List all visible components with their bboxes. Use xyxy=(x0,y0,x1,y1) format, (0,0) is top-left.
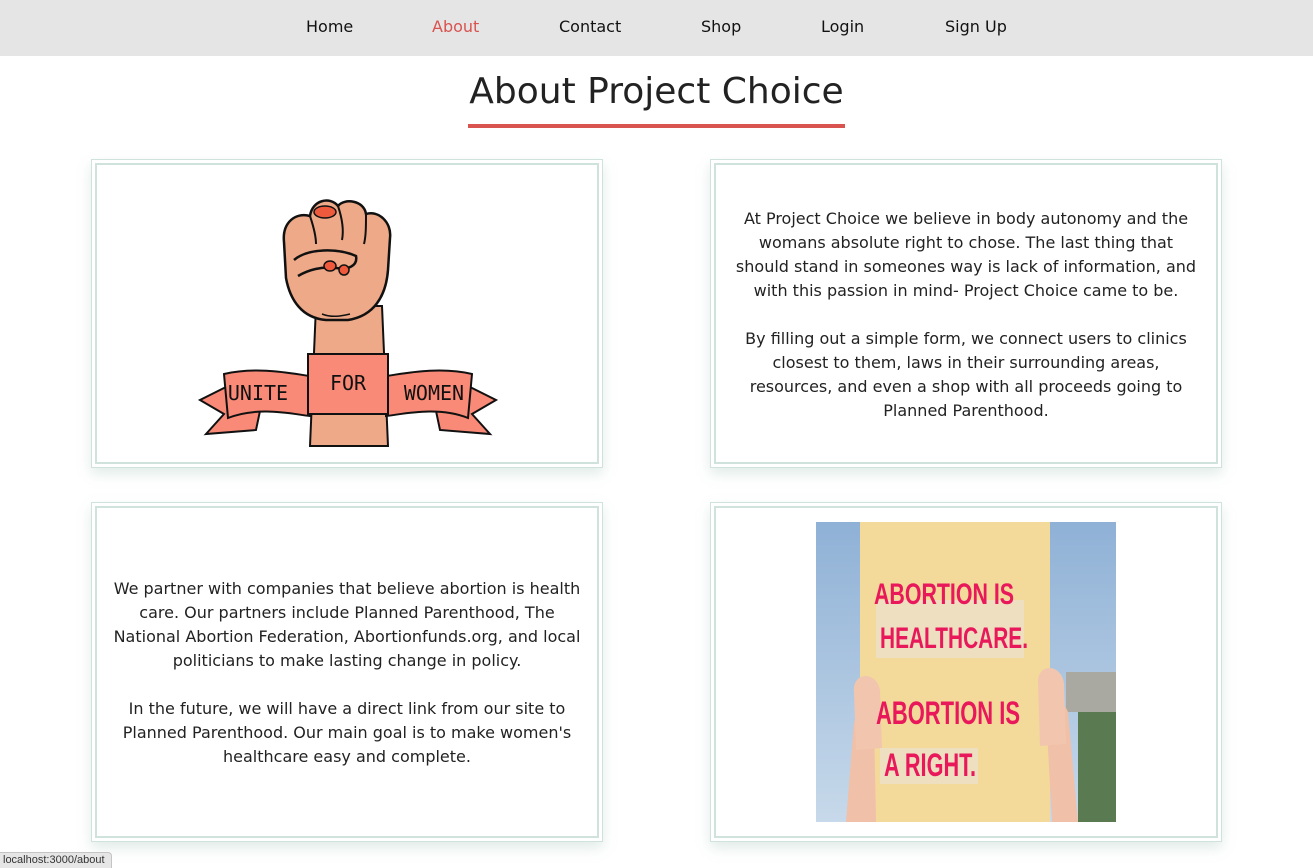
sign-image-card: ABORTION IS HEALTHCARE. ABORTION IS A RI… xyxy=(710,502,1222,842)
nav-about-link[interactable]: About xyxy=(432,17,479,37)
partners-paragraph-2: In the future, we will have a direct lin… xyxy=(122,699,572,766)
mission-paragraph-1: At Project Choice we believe in body aut… xyxy=(735,209,1197,300)
sign-line-3: ABORTION IS xyxy=(876,695,1020,731)
partners-card: We partner with companies that believe a… xyxy=(91,502,603,842)
banner-text-center: FOR xyxy=(330,371,367,395)
nav-home-link[interactable]: Home xyxy=(306,17,353,37)
abortion-is-healthcare-sign-image: ABORTION IS HEALTHCARE. ABORTION IS A RI… xyxy=(816,522,1116,822)
nav-contact-link[interactable]: Contact xyxy=(559,17,621,37)
title-underline xyxy=(468,124,845,128)
top-nav: Home About Contact Shop Login Sign Up xyxy=(0,0,1313,56)
mission-paragraph-2: By filling out a simple form, we connect… xyxy=(745,329,1187,420)
partners-paragraph-1: We partner with companies that believe a… xyxy=(113,579,581,670)
mission-text: At Project Choice we believe in body aut… xyxy=(733,207,1199,423)
nav-signup-link[interactable]: Sign Up xyxy=(945,17,1007,37)
status-bar-url: localhost:3000/about xyxy=(0,852,112,868)
banner-text-left: UNITE xyxy=(228,381,288,405)
mission-card: At Project Choice we believe in body aut… xyxy=(710,159,1222,468)
sign-line-1: ABORTION IS xyxy=(874,578,1014,611)
fist-image-card: UNITE FOR WOMEN xyxy=(91,159,603,468)
page-title: About Project Choice xyxy=(469,71,844,112)
sign-line-4: A RIGHT. xyxy=(884,747,976,783)
nav-login-link[interactable]: Login xyxy=(821,17,864,37)
unite-for-women-fist-image: UNITE FOR WOMEN xyxy=(198,199,498,447)
partners-text: We partner with companies that believe a… xyxy=(110,577,584,769)
sign-line-2: HEALTHCARE. xyxy=(880,622,1028,655)
nav-shop-link[interactable]: Shop xyxy=(701,17,741,37)
banner-text-right: WOMEN xyxy=(404,381,464,405)
